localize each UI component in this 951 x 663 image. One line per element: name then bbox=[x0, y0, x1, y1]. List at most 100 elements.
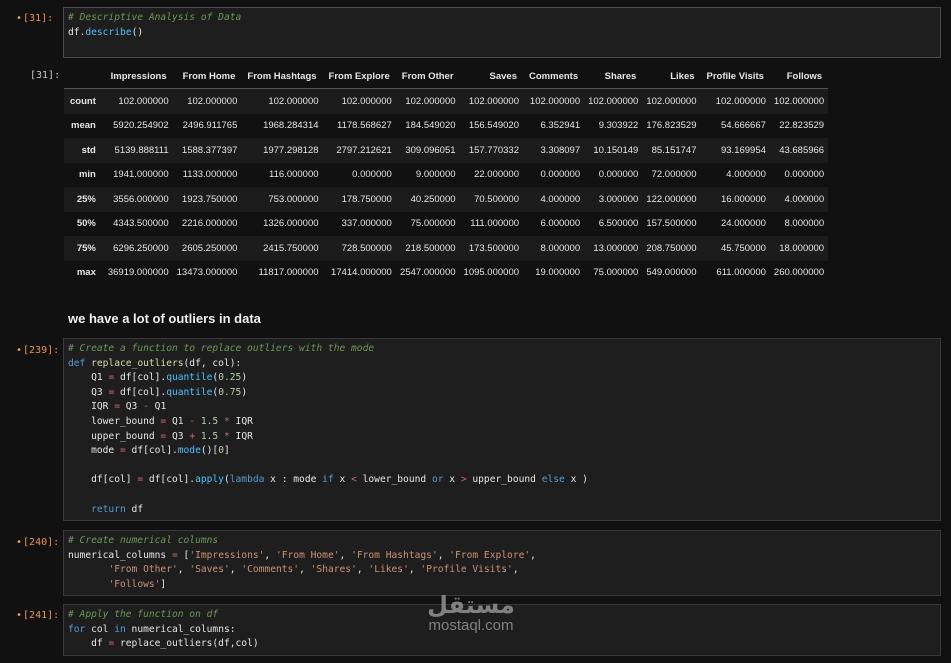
table-cell: 75.000000 bbox=[593, 267, 639, 279]
table-cell: 1941.000000 bbox=[113, 169, 169, 181]
cell-240-editor[interactable]: # Create numerical columns numerical_col… bbox=[63, 530, 941, 596]
table-cell: 22.000000 bbox=[474, 169, 520, 181]
table-row: 50% 4343.500000 2216.000000 1326.000000 337.… bbox=[64, 211, 829, 236]
column-header: Saves bbox=[489, 70, 518, 82]
table-cell: 157.770332 bbox=[468, 144, 520, 156]
table-cell: 178.750000 bbox=[341, 193, 392, 205]
table-cell: 2216.000000 bbox=[181, 218, 238, 230]
table-cell: 184.549020 bbox=[405, 120, 456, 132]
table-cell: 70.500000 bbox=[474, 193, 520, 205]
row-label: 25% bbox=[76, 193, 96, 205]
index-header bbox=[64, 64, 104, 89]
table-cell: 11817.000000 bbox=[258, 267, 319, 279]
table-cell: 102.000000 bbox=[118, 95, 169, 107]
column-header: Comments bbox=[529, 70, 579, 82]
code-comment: # Create a function to replace outliers … bbox=[68, 343, 375, 354]
table-cell: 2415.750000 bbox=[263, 242, 319, 254]
table-cell: 6.000000 bbox=[540, 218, 581, 230]
table-cell: 3.000000 bbox=[598, 193, 639, 205]
table-cell: 1178.568627 bbox=[337, 120, 392, 132]
table-cell: 36919.000000 bbox=[107, 267, 169, 279]
table-cell: 102.000000 bbox=[773, 95, 825, 107]
table-cell: 2547.000000 bbox=[400, 267, 456, 279]
code-obj: df bbox=[68, 26, 80, 38]
table-cell: 6296.250000 bbox=[113, 242, 169, 254]
table-cell: 116.000000 bbox=[269, 169, 319, 181]
table-cell: 43.685966 bbox=[779, 144, 825, 156]
table-cell: 3.308097 bbox=[540, 144, 581, 156]
table-cell: 5920.254902 bbox=[113, 120, 169, 132]
table-cell: 102.000000 bbox=[187, 95, 238, 107]
table-cell: 0.000000 bbox=[598, 169, 639, 181]
table-row: min 1941.000000 1133.000000 116.000000 0.000… bbox=[64, 162, 829, 187]
table-cell: 4.000000 bbox=[784, 193, 825, 205]
cell-31-editor[interactable]: # Descriptive Analysis of Data df.descri… bbox=[63, 7, 941, 58]
table-cell: 19.000000 bbox=[535, 267, 581, 279]
table-cell: 173.500000 bbox=[468, 242, 520, 254]
table-cell: 102.000000 bbox=[341, 95, 392, 107]
table-cell: 102.000000 bbox=[268, 95, 319, 107]
watermark-arabic: مستقل bbox=[427, 591, 515, 619]
table-cell: 16.000000 bbox=[720, 193, 766, 205]
table-cell: 218.500000 bbox=[405, 242, 456, 254]
table-cell: 9.303922 bbox=[598, 120, 639, 132]
table-cell: 111.000000 bbox=[470, 218, 520, 230]
table-cell: 3556.000000 bbox=[113, 193, 169, 205]
table-cell: 2605.250000 bbox=[181, 242, 238, 254]
column-header: From Home bbox=[182, 70, 236, 82]
table-cell: 1326.000000 bbox=[263, 218, 319, 230]
table-cell: 1977.298128 bbox=[263, 144, 319, 156]
table-body: count 102.000000 102.000000 102.000000 102.0… bbox=[64, 88, 829, 285]
column-header: From Hashtags bbox=[247, 70, 317, 82]
table-cell: 93.169954 bbox=[720, 144, 766, 156]
table-cell: 2496.911765 bbox=[182, 120, 238, 132]
cell-239-prompt: •[239]: bbox=[16, 345, 60, 356]
row-label: mean bbox=[71, 120, 96, 132]
table-cell: 17414.000000 bbox=[331, 267, 392, 279]
table-cell: 0.000000 bbox=[784, 169, 825, 181]
table-cell: 1968.284314 bbox=[263, 120, 319, 132]
code-comment: # Create numerical columns bbox=[68, 535, 219, 546]
table-row: count 102.000000 102.000000 102.000000 102.0… bbox=[64, 88, 829, 114]
column-header: Profile Visits bbox=[706, 70, 764, 82]
table-cell: 9.000000 bbox=[415, 169, 456, 181]
cell-31-prompt: •[31]: bbox=[16, 13, 54, 24]
table-cell: 85.151747 bbox=[651, 144, 697, 156]
column-header: Impressions bbox=[110, 70, 167, 82]
table-cell: 102.000000 bbox=[588, 95, 639, 107]
table-cell: 54.666667 bbox=[720, 120, 766, 132]
table-cell: 40.250000 bbox=[410, 193, 456, 205]
mostaql-watermark: مستقل mostaql.com bbox=[408, 592, 534, 634]
table-cell: 337.000000 bbox=[341, 218, 392, 230]
table-row: 25% 3556.000000 1923.750000 753.000000 178.7… bbox=[64, 187, 829, 212]
table-cell: 102.000000 bbox=[646, 95, 697, 107]
table-cell: 6.352941 bbox=[540, 120, 581, 132]
table-row: 75% 6296.250000 2605.250000 2415.750000 728.… bbox=[64, 236, 829, 261]
row-label: 50% bbox=[76, 218, 96, 230]
table-cell: 24.000000 bbox=[720, 218, 766, 230]
describe-output-table: Impressions From Home From Hashtags From Ex… bbox=[64, 64, 829, 285]
table-cell: 75.000000 bbox=[410, 218, 456, 230]
table-cell: 1923.750000 bbox=[181, 193, 238, 205]
row-label: 75% bbox=[76, 242, 96, 254]
column-header: Shares bbox=[604, 70, 637, 82]
code-comment: # Descriptive Analysis of Data bbox=[68, 12, 242, 23]
table-cell: 8.000000 bbox=[540, 242, 581, 254]
table-cell: 549.000000 bbox=[646, 267, 697, 279]
row-label: min bbox=[78, 169, 96, 181]
column-header: From Other bbox=[401, 70, 454, 82]
row-label: std bbox=[81, 144, 96, 156]
code-tail: () bbox=[131, 26, 144, 38]
row-label: count bbox=[70, 95, 96, 107]
column-header: From Explore bbox=[328, 70, 390, 82]
table-cell: 2797.212621 bbox=[336, 144, 392, 156]
table-header-row: Impressions From Home From Hashtags From Ex… bbox=[64, 64, 829, 89]
table-cell: 753.000000 bbox=[268, 193, 319, 205]
cell-241-prompt: •[241]: bbox=[16, 610, 60, 621]
table-cell: 18.000000 bbox=[779, 242, 825, 254]
cell-239-editor[interactable]: # Create a function to replace outliers … bbox=[63, 338, 941, 521]
table-cell: 13473.000000 bbox=[176, 267, 238, 279]
cell-240-prompt: •[240]: bbox=[16, 537, 60, 548]
table-cell: 0.000000 bbox=[540, 169, 581, 181]
table-cell: 1095.000000 bbox=[463, 267, 520, 279]
